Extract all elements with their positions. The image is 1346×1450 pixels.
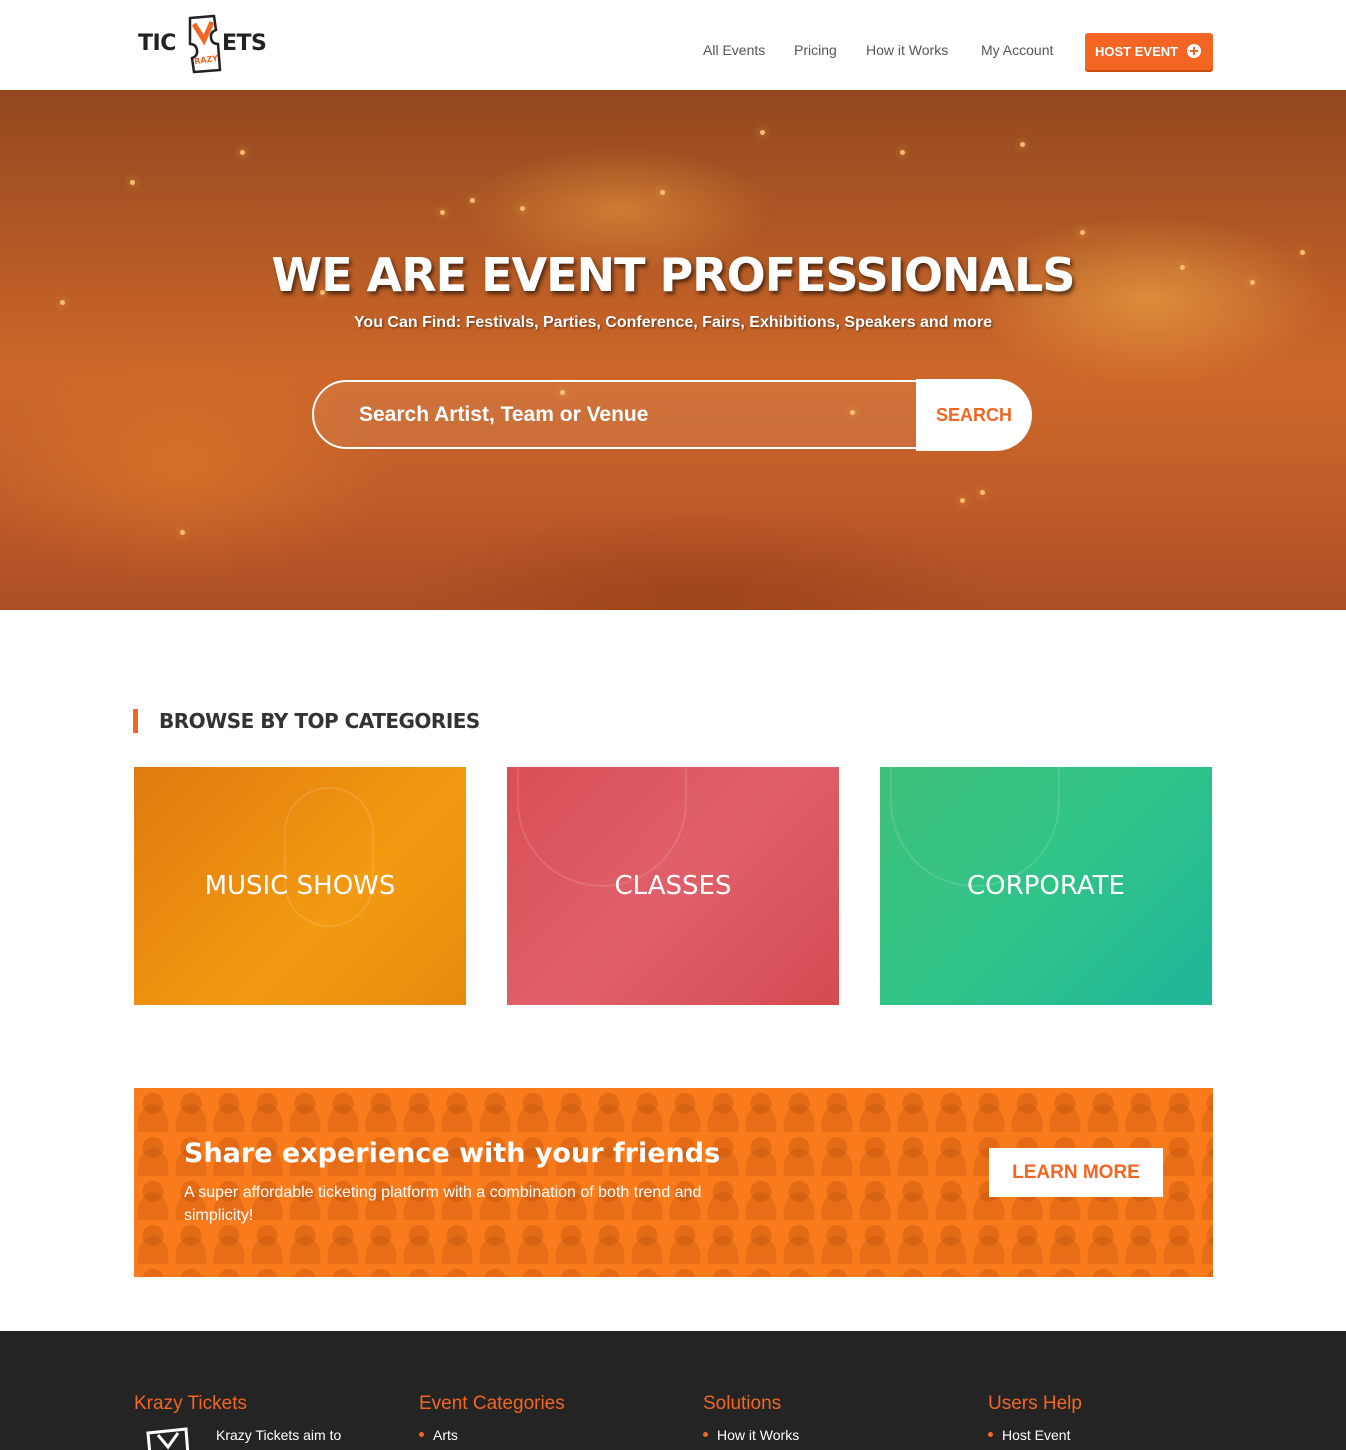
footer-link-label: Host Event — [1002, 1427, 1071, 1443]
footer-heading: Event Categories — [419, 1393, 565, 1414]
footer-column-users-help: Users Help Host Event — [988, 1393, 1082, 1443]
footer-column-solutions: Solutions How it Works — [703, 1393, 799, 1443]
category-label: CORPORATE — [967, 871, 1125, 901]
search-input[interactable] — [312, 380, 952, 449]
search-button[interactable]: SEARCH — [916, 379, 1032, 451]
footer-link-arts[interactable]: Arts — [419, 1427, 458, 1443]
footer-heading: Solutions — [703, 1393, 782, 1414]
nav-all-events[interactable]: All Events — [703, 42, 765, 58]
footer-heading: Users Help — [988, 1393, 1082, 1414]
ticket-logo-icon: RAZY — [188, 14, 222, 74]
host-event-button[interactable]: HOST EVENT — [1085, 33, 1213, 70]
nav-my-account[interactable]: My Account — [981, 42, 1053, 58]
footer-column-event-categories: Event Categories Arts — [419, 1393, 565, 1443]
wine-glass-icon — [517, 767, 687, 887]
logo-text-left: TIC — [138, 31, 176, 56]
hero-subtitle: You Can Find: Festivals, Parties, Confer… — [353, 314, 993, 331]
footer-link-how-it-works[interactable]: How it Works — [703, 1427, 799, 1443]
footer-column-about: Krazy Tickets Krazy Tickets aim to — [134, 1393, 341, 1450]
nav-how-it-works[interactable]: How it Works — [866, 42, 948, 58]
site-header: TIC RAZY ETS All Events Pricing How it W… — [0, 0, 1346, 90]
category-card-corporate[interactable]: CORPORATE — [880, 767, 1212, 1005]
plus-circle-icon — [1187, 44, 1201, 58]
search-bar: SEARCH — [312, 379, 1032, 451]
microphone-icon — [284, 787, 374, 927]
cta-title: Share experience with your friends — [184, 1138, 721, 1169]
site-footer: Krazy Tickets Krazy Tickets aim to Event… — [0, 1331, 1346, 1450]
categories-heading: BROWSE BY TOP CATEGORIES — [133, 709, 480, 733]
category-label: MUSIC SHOWS — [204, 871, 396, 901]
category-card-classes[interactable]: CLASSES — [507, 767, 839, 1005]
hero-background-image — [0, 90, 1346, 610]
cta-text: A super affordable ticketing platform wi… — [184, 1184, 702, 1224]
bullet-icon — [703, 1431, 708, 1437]
wine-glass-icon — [890, 767, 1060, 887]
category-label: CLASSES — [614, 871, 732, 901]
footer-logo-icon — [146, 1427, 190, 1450]
footer-link-label: Arts — [433, 1427, 458, 1443]
learn-more-button[interactable]: LEARN MORE — [989, 1148, 1163, 1197]
footer-about-text: Krazy Tickets aim to — [216, 1427, 342, 1443]
footer-heading: Krazy Tickets — [134, 1393, 247, 1414]
nav-pricing[interactable]: Pricing — [794, 42, 837, 58]
category-card-music-shows[interactable]: MUSIC SHOWS — [134, 767, 466, 1005]
hero-banner: WE ARE EVENT PROFESSIONALS You Can Find:… — [0, 90, 1346, 610]
footer-link-host-event[interactable]: Host Event — [988, 1427, 1070, 1443]
page: TIC RAZY ETS All Events Pricing How it W… — [0, 0, 1346, 1450]
bullet-icon — [988, 1431, 993, 1437]
footer-link-label: How it Works — [717, 1427, 800, 1443]
hero-title: WE ARE EVENT PROFESSIONALS — [271, 248, 1075, 302]
logo-text-right: ETS — [222, 31, 267, 56]
host-event-label: HOST EVENT — [1095, 44, 1179, 59]
bullet-icon — [419, 1431, 424, 1437]
share-experience-banner: Share experience with your friends A sup… — [134, 1088, 1213, 1277]
site-logo[interactable]: TIC RAZY ETS — [138, 14, 274, 76]
